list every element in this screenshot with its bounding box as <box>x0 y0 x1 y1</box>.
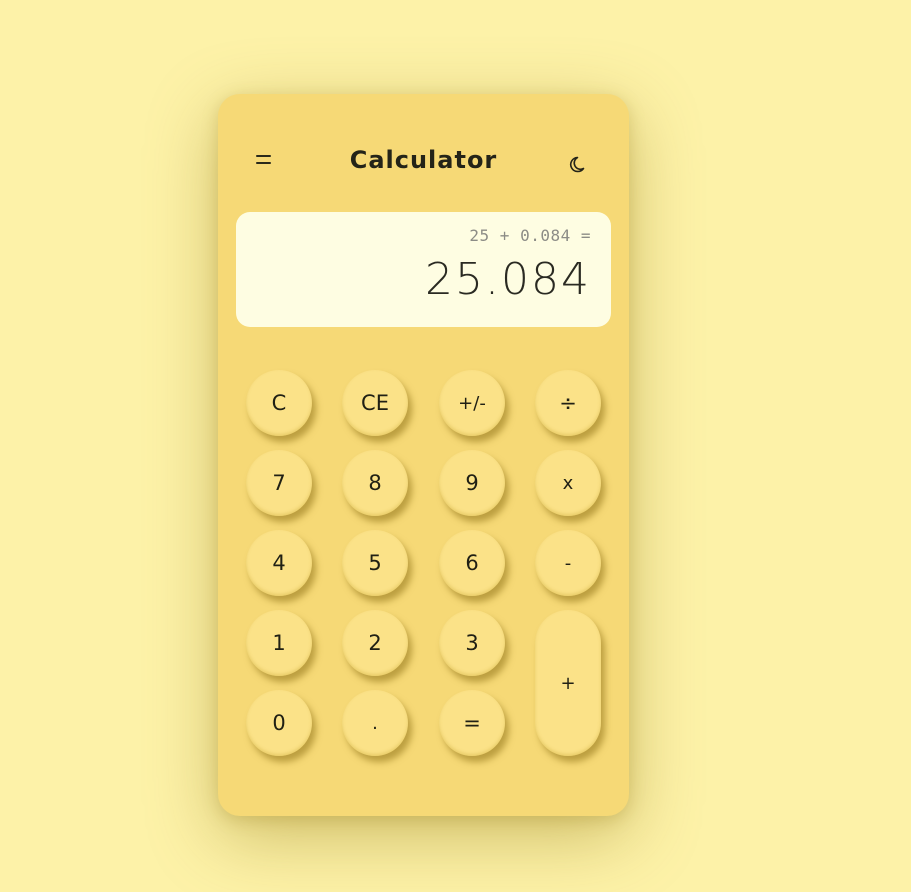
equals-button[interactable]: = <box>439 690 505 756</box>
divide-button[interactable]: ÷ <box>535 370 601 436</box>
digit-9-button[interactable]: 9 <box>439 450 505 516</box>
calculator: Calculator 25 + 0.084 = 25.084 C CE +/- … <box>218 94 629 816</box>
decimal-button[interactable]: . <box>342 690 408 756</box>
digit-7-button[interactable]: 7 <box>246 450 312 516</box>
digit-6-button[interactable]: 6 <box>439 530 505 596</box>
digit-4-button[interactable]: 4 <box>246 530 312 596</box>
digit-3-button[interactable]: 3 <box>439 610 505 676</box>
digit-1-button[interactable]: 1 <box>246 610 312 676</box>
multiply-button[interactable]: x <box>535 450 601 516</box>
keypad: C CE +/- ÷ 7 8 9 x 4 5 6 - 1 2 3 + 0 . = <box>218 94 629 816</box>
digit-8-button[interactable]: 8 <box>342 450 408 516</box>
add-button[interactable]: + <box>535 610 601 756</box>
subtract-button[interactable]: - <box>535 530 601 596</box>
clear-entry-button[interactable]: CE <box>342 370 408 436</box>
digit-2-button[interactable]: 2 <box>342 610 408 676</box>
negate-button[interactable]: +/- <box>439 370 505 436</box>
digit-5-button[interactable]: 5 <box>342 530 408 596</box>
clear-button[interactable]: C <box>246 370 312 436</box>
digit-0-button[interactable]: 0 <box>246 690 312 756</box>
